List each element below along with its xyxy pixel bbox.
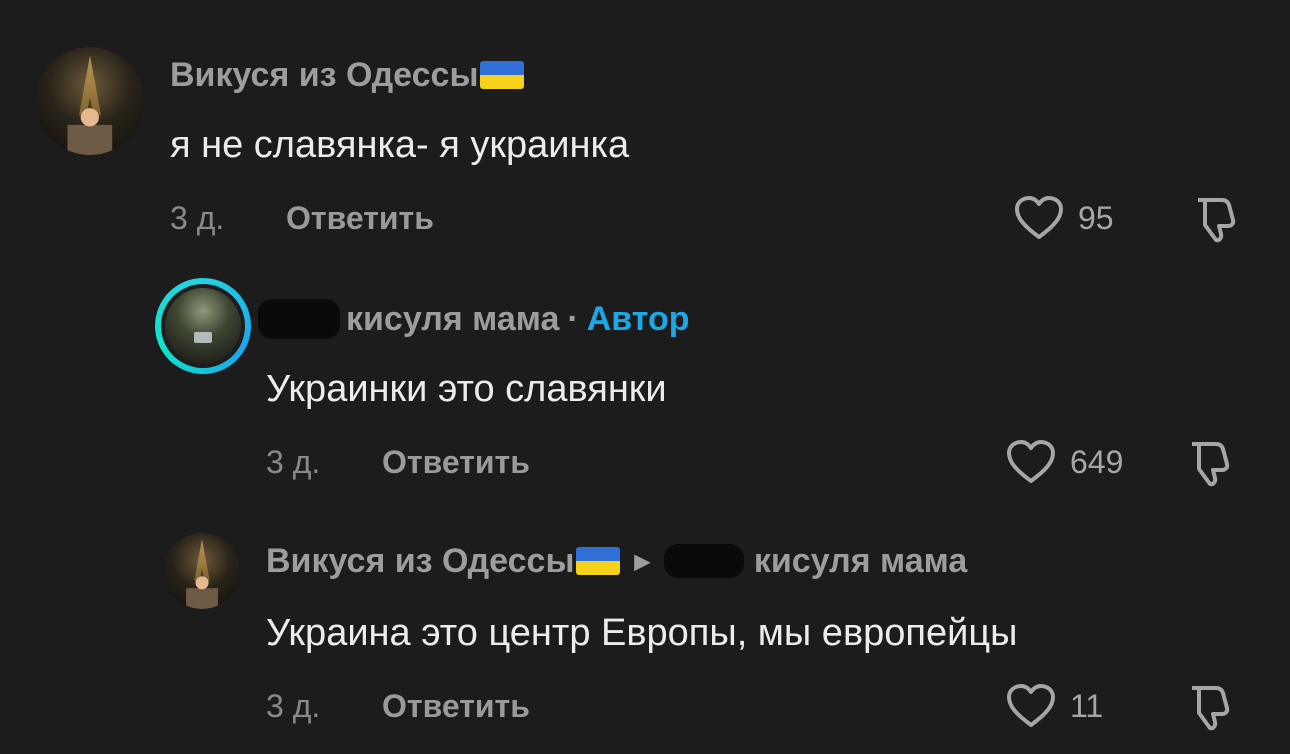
like-count: 95 [1078,200,1114,236]
avatar[interactable] [164,533,240,609]
heart-outline-icon[interactable] [1014,195,1064,241]
car-screen-graphic [193,332,213,343]
comment-time: 3 д. [170,200,225,236]
comment-text: Украинки это славянки [266,368,667,410]
thumbs-down-icon[interactable] [1186,682,1236,732]
comment-text: Украина это центр Европы, мы европейцы [266,612,1018,654]
reply-to-username[interactable]: кисуля мама [754,542,967,581]
reply-button[interactable]: Ответить [382,688,530,725]
username-text: кисуля мама [346,299,560,338]
reply-button[interactable]: Ответить [382,444,530,481]
ukraine-flag-icon [576,547,621,575]
separator-dot: · [567,299,579,338]
caret-right-icon: ▶ [634,550,650,573]
heart-outline-icon[interactable] [1006,683,1056,729]
heart-outline-icon[interactable] [1006,439,1056,485]
redacted-scribble [663,544,744,578]
like-count: 11 [1070,688,1104,724]
person-graphic [67,105,113,155]
avatar[interactable] [36,47,144,155]
thumbs-down-icon[interactable] [1192,194,1242,244]
comment-text: я не славянка- я украинка [170,124,630,166]
username[interactable]: кисуля мама · Автор [258,298,689,340]
redacted-scribble [258,299,340,339]
username-text: Викуся из Одессы [170,55,479,94]
person-graphic [186,574,218,609]
username[interactable]: Викуся из Одессы ▶ кисуля мама [266,540,967,582]
comment-time: 3 д. [266,444,321,480]
author-badge: Автор [586,299,690,338]
thumbs-down-icon[interactable] [1186,438,1236,488]
like-count: 649 [1070,444,1124,480]
username[interactable]: Викуся из Одессы [170,54,525,96]
username-text: Викуся из Одессы [266,541,575,580]
avatar[interactable] [165,288,241,364]
comment-time: 3 д. [266,688,321,724]
reply-button[interactable]: Ответить [286,200,434,237]
ukraine-flag-icon [480,61,525,89]
